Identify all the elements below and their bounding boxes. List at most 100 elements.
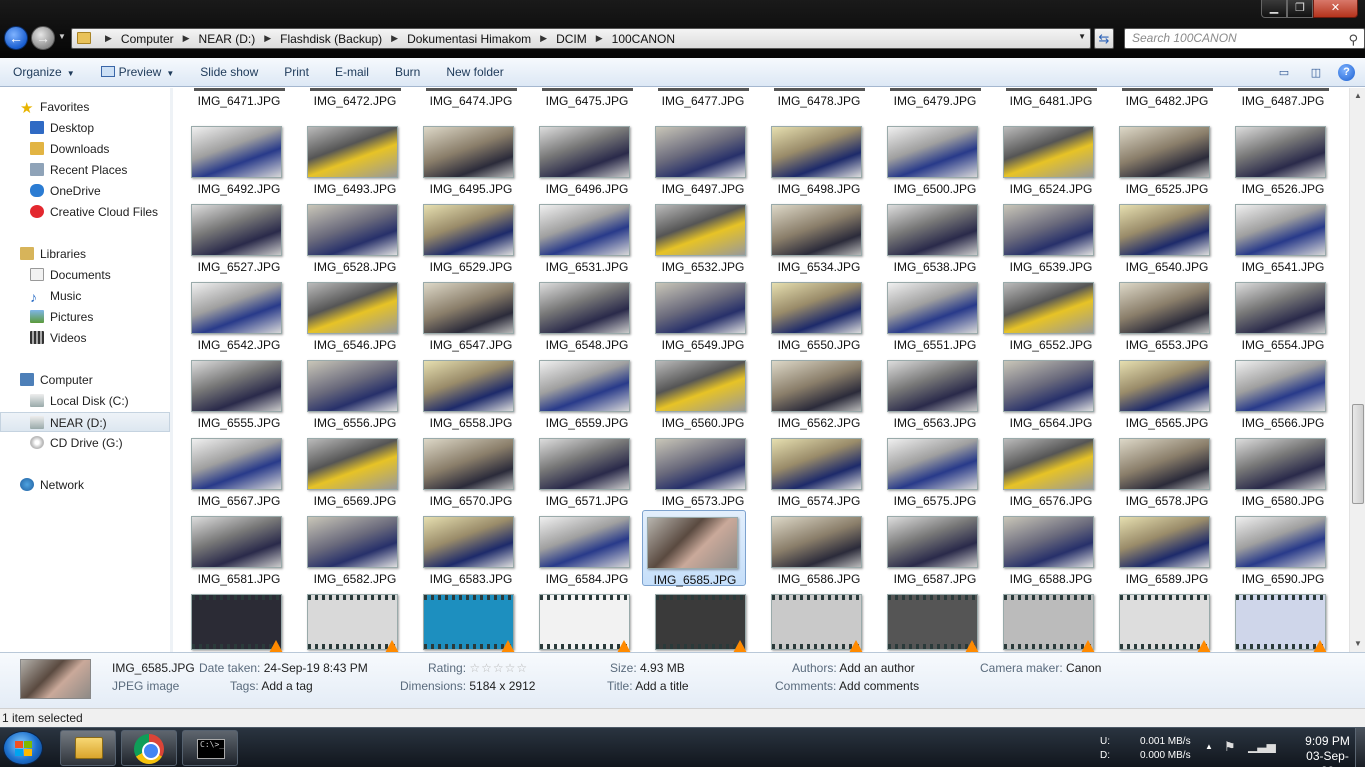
video-tile[interactable] — [870, 588, 979, 652]
file-tile[interactable]: IMG_6478.JPG — [754, 88, 865, 110]
breadcrumb-100canon[interactable]: 100CANON — [612, 32, 675, 46]
chevron-right-icon[interactable]: ▶ — [391, 33, 398, 44]
file-tile[interactable]: IMG_6475.JPG — [522, 88, 633, 110]
close-button[interactable]: ✕ — [1313, 0, 1358, 18]
flag-icon[interactable]: ⚑ — [1224, 739, 1236, 755]
file-tile[interactable]: IMG_6474.JPG — [406, 88, 517, 110]
file-tile[interactable]: IMG_6526.JPG — [1218, 120, 1326, 196]
chevron-right-icon[interactable]: ▶ — [596, 33, 603, 44]
nav-computer[interactable]: Computer — [0, 370, 170, 390]
video-tile[interactable] — [638, 588, 747, 652]
rating-stars[interactable]: ☆☆☆☆☆ — [469, 661, 528, 675]
file-tile[interactable]: IMG_6562.JPG — [754, 354, 862, 430]
taskbar-chrome-button[interactable] — [121, 730, 177, 766]
minimize-button[interactable]: ▁ — [1261, 0, 1287, 18]
chevron-right-icon[interactable]: ▶ — [183, 33, 190, 44]
authors-value[interactable]: Add an author — [839, 661, 914, 675]
title-value[interactable]: Add a title — [635, 679, 688, 693]
file-tile[interactable]: IMG_6541.JPG — [1218, 198, 1326, 274]
video-tile[interactable] — [986, 588, 1095, 652]
file-tile[interactable]: IMG_6497.JPG — [638, 120, 746, 196]
network-signal-icon[interactable]: ▁▃▅ — [1248, 739, 1276, 753]
nav-network[interactable]: Network — [0, 475, 170, 495]
file-tile[interactable]: IMG_6552.JPG — [986, 276, 1094, 352]
search-input[interactable]: Search 100CANON ⚲ — [1124, 28, 1365, 49]
tray-expand-icon[interactable]: ▲ — [1205, 742, 1213, 751]
search-icon[interactable]: ⚲ — [1348, 30, 1358, 49]
comments-value[interactable]: Add comments — [839, 679, 919, 693]
breadcrumb-dokumentasi[interactable]: Dokumentasi Himakom — [407, 32, 531, 46]
nav-near-drive[interactable]: NEAR (D:) — [0, 412, 170, 432]
file-tile[interactable]: IMG_6575.JPG — [870, 432, 978, 508]
file-tile[interactable]: IMG_6548.JPG — [522, 276, 630, 352]
file-tile[interactable]: IMG_6553.JPG — [1102, 276, 1210, 352]
file-tile[interactable]: IMG_6564.JPG — [986, 354, 1094, 430]
file-tile[interactable]: IMG_6525.JPG — [1102, 120, 1210, 196]
file-tile[interactable]: IMG_6560.JPG — [638, 354, 746, 430]
vertical-scrollbar[interactable]: ▲ ▼ — [1349, 88, 1365, 652]
email-button[interactable]: E-mail — [322, 61, 382, 84]
pane-splitter[interactable] — [170, 88, 173, 652]
new-folder-button[interactable]: New folder — [433, 61, 516, 84]
preview-button[interactable]: Preview ▼ — [88, 61, 188, 84]
date-taken-value[interactable]: 24-Sep-19 8:43 PM — [264, 661, 368, 675]
help-icon[interactable]: ? — [1338, 64, 1355, 81]
file-tile[interactable]: IMG_6534.JPG — [754, 198, 862, 274]
file-tile[interactable]: IMG_6589.JPG — [1102, 510, 1210, 586]
file-tile[interactable]: IMG_6554.JPG — [1218, 276, 1326, 352]
file-tile[interactable]: IMG_6496.JPG — [522, 120, 630, 196]
forward-button[interactable]: → — [31, 26, 55, 50]
breadcrumb-computer[interactable]: Computer — [121, 32, 174, 46]
file-tile[interactable]: IMG_6570.JPG — [406, 432, 514, 508]
nav-cd-drive[interactable]: CD Drive (G:) — [0, 433, 170, 453]
scroll-up-icon[interactable]: ▲ — [1350, 88, 1365, 104]
file-tile[interactable]: IMG_6493.JPG — [290, 120, 398, 196]
show-desktop-button[interactable] — [1355, 728, 1365, 767]
file-tile[interactable]: IMG_6550.JPG — [754, 276, 862, 352]
file-tile[interactable]: IMG_6558.JPG — [406, 354, 514, 430]
file-tile[interactable]: IMG_6481.JPG — [986, 88, 1097, 110]
organize-button[interactable]: Organize ▼ — [0, 61, 88, 84]
video-tile[interactable] — [290, 588, 399, 652]
file-tile[interactable]: IMG_6539.JPG — [986, 198, 1094, 274]
file-tile[interactable]: IMG_6586.JPG — [754, 510, 862, 586]
file-tile[interactable]: IMG_6588.JPG — [986, 510, 1094, 586]
slideshow-button[interactable]: Slide show — [187, 61, 271, 84]
nav-documents[interactable]: Documents — [0, 265, 170, 285]
file-tile[interactable]: IMG_6546.JPG — [290, 276, 398, 352]
burn-button[interactable]: Burn — [382, 61, 433, 84]
file-tile[interactable]: IMG_6574.JPG — [754, 432, 862, 508]
camera-maker-value[interactable]: Canon — [1066, 661, 1101, 675]
file-tile[interactable]: IMG_6524.JPG — [986, 120, 1094, 196]
maximize-button[interactable]: ❐ — [1287, 0, 1313, 18]
address-bar[interactable]: ▶ Computer ▶ NEAR (D:) ▶ Flashdisk (Back… — [71, 28, 1091, 49]
file-tile[interactable]: IMG_6573.JPG — [638, 432, 746, 508]
file-tile[interactable]: IMG_6559.JPG — [522, 354, 630, 430]
video-tile[interactable] — [1218, 588, 1327, 652]
recent-pages-dropdown[interactable]: ▼ — [58, 32, 66, 41]
file-tile[interactable]: IMG_6549.JPG — [638, 276, 746, 352]
file-tile[interactable]: IMG_6527.JPG — [174, 198, 282, 274]
file-tile[interactable]: IMG_6547.JPG — [406, 276, 514, 352]
print-button[interactable]: Print — [271, 61, 322, 84]
file-tile[interactable]: IMG_6542.JPG — [174, 276, 282, 352]
file-tile[interactable]: IMG_6582.JPG — [290, 510, 398, 586]
nav-libraries[interactable]: Libraries — [0, 244, 170, 264]
nav-favorites[interactable]: ★ Favorites — [0, 97, 170, 117]
file-tile[interactable]: IMG_6587.JPG — [870, 510, 978, 586]
nav-local-disk[interactable]: Local Disk (C:) — [0, 391, 170, 411]
file-tile[interactable]: IMG_6581.JPG — [174, 510, 282, 586]
file-tile[interactable]: IMG_6556.JPG — [290, 354, 398, 430]
file-tile[interactable]: IMG_6540.JPG — [1102, 198, 1210, 274]
refresh-button[interactable]: ⇆ — [1094, 28, 1114, 49]
file-tile[interactable]: IMG_6566.JPG — [1218, 354, 1326, 430]
nav-music[interactable]: ♪ Music — [0, 286, 170, 306]
file-tile[interactable]: IMG_6492.JPG — [174, 120, 282, 196]
file-tile[interactable]: IMG_6585.JPG — [642, 510, 746, 587]
start-button[interactable] — [3, 731, 43, 765]
file-tile[interactable]: IMG_6569.JPG — [290, 432, 398, 508]
nav-creative-cloud[interactable]: Creative Cloud Files — [0, 202, 170, 222]
file-tile[interactable]: IMG_6583.JPG — [406, 510, 514, 586]
video-tile[interactable] — [174, 588, 283, 652]
file-tile[interactable]: IMG_6531.JPG — [522, 198, 630, 274]
